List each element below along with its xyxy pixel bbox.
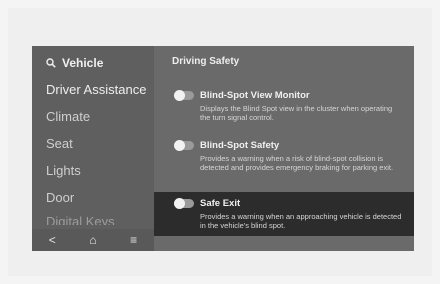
- toggle-switch[interactable]: [174, 197, 194, 209]
- sidebar-item-digital-keys[interactable]: Digital Keys: [32, 211, 154, 225]
- option-description: Provides a warning when a risk of blind-…: [200, 154, 394, 172]
- option-description: Displays the Blind Spot view in the clus…: [200, 104, 393, 122]
- sidebar: Vehicle Driver Assistance Climate Seat L…: [32, 46, 154, 251]
- option-description: Provides a warning when an approaching v…: [200, 212, 402, 230]
- menu-icon[interactable]: ≡: [130, 234, 137, 246]
- option-title: Safe Exit: [200, 197, 241, 209]
- sidebar-menu: Driver Assistance Climate Seat Lights Do…: [32, 76, 154, 225]
- toggle-switch[interactable]: [174, 139, 194, 151]
- option-blind-spot-safety[interactable]: Blind-Spot Safety Provides a warning whe…: [154, 134, 414, 188]
- settings-content: Driving Safety Blind-Spot View Monitor D…: [154, 46, 414, 251]
- sidebar-item-seat[interactable]: Seat: [32, 130, 154, 157]
- section-title: Driving Safety: [172, 56, 240, 67]
- home-icon[interactable]: ⌂: [89, 234, 96, 246]
- sidebar-item-driver-assistance[interactable]: Driver Assistance: [32, 76, 154, 103]
- bottom-nav: < ⌂ ≡: [32, 229, 154, 251]
- option-title: Blind-Spot View Monitor: [200, 89, 310, 101]
- search-icon: [46, 58, 56, 68]
- sidebar-item-climate[interactable]: Climate: [32, 103, 154, 130]
- sidebar-header[interactable]: Vehicle: [46, 55, 103, 71]
- sidebar-title: Vehicle: [62, 56, 104, 70]
- toggle-switch[interactable]: [174, 89, 194, 101]
- option-safe-exit[interactable]: Safe Exit Provides a warning when an app…: [154, 192, 414, 236]
- infotainment-screen: Vehicle Driver Assistance Climate Seat L…: [32, 46, 414, 251]
- sidebar-item-door[interactable]: Door: [32, 184, 154, 211]
- option-title: Blind-Spot Safety: [200, 139, 280, 151]
- option-blind-spot-view-monitor[interactable]: Blind-Spot View Monitor Displays the Bli…: [154, 84, 414, 126]
- back-icon[interactable]: <: [49, 234, 56, 246]
- sidebar-item-lights[interactable]: Lights: [32, 157, 154, 184]
